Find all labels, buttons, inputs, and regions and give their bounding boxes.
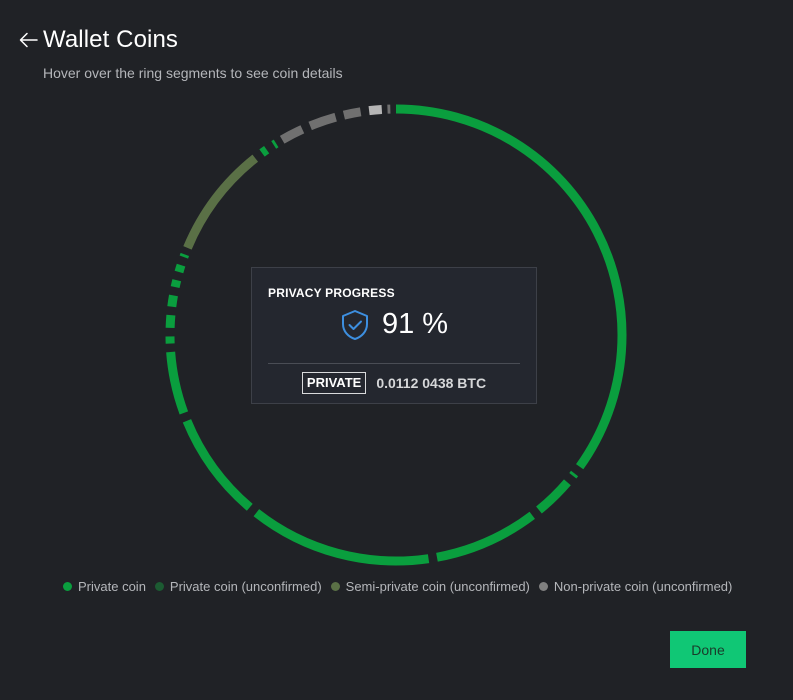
ring-segment-semi[interactable]: [187, 158, 255, 248]
ring-segment-private[interactable]: [184, 254, 185, 257]
privacy-percentage: 91 %: [382, 308, 448, 341]
privacy-progress-row: 91 %: [252, 308, 536, 341]
ring-segment-nonprivate[interactable]: [282, 129, 302, 139]
ring-segment-private[interactable]: [262, 150, 267, 153]
ring-segment-private[interactable]: [179, 265, 181, 272]
card-divider: [268, 363, 520, 364]
legend-dot-private-unconfirmed: [155, 582, 164, 591]
legend-label: Private coin: [78, 579, 146, 594]
private-amount-row: PRIVATE 0.0112 0438 BTC: [252, 372, 536, 394]
legend-label: Non-private coin (unconfirmed): [554, 579, 732, 594]
ring-segment-private[interactable]: [256, 513, 428, 561]
private-amount: 0.0112 0438 BTC: [376, 375, 486, 391]
ring-segment-nonprivate-light[interactable]: [369, 109, 382, 110]
legend-label: Semi-private coin (unconfirmed): [346, 579, 530, 594]
ring-segment-nonprivate[interactable]: [310, 117, 336, 126]
legend-item-non-private-unconfirmed: Non-private coin (unconfirmed): [539, 579, 732, 594]
private-badge: PRIVATE: [302, 372, 366, 394]
legend-dot-private: [63, 582, 72, 591]
legend-item-private-unconfirmed: Private coin (unconfirmed): [155, 579, 322, 594]
legend-label: Private coin (unconfirmed): [170, 579, 322, 594]
shield-check-icon: [340, 309, 370, 341]
ring-segment-private[interactable]: [170, 315, 171, 328]
privacy-progress-card: PRIVACY PROGRESS 91 % PRIVATE 0.0112 043…: [251, 267, 537, 404]
ring-segment-nonprivate[interactable]: [344, 112, 361, 115]
legend-item-private: Private coin: [63, 579, 146, 594]
ring-legend: Private coin Private coin (unconfirmed) …: [63, 579, 741, 594]
ring-segment-private[interactable]: [573, 474, 575, 476]
privacy-progress-label: PRIVACY PROGRESS: [268, 286, 395, 300]
ring-segment-private[interactable]: [539, 482, 567, 510]
legend-dot-non-private: [539, 582, 548, 591]
done-button[interactable]: Done: [670, 631, 746, 668]
legend-dot-semi-private: [331, 582, 340, 591]
ring-segment-private[interactable]: [175, 280, 177, 287]
ring-segment-private[interactable]: [172, 295, 174, 306]
legend-item-semi-private-unconfirmed: Semi-private coin (unconfirmed): [331, 579, 530, 594]
ring-segment-private[interactable]: [437, 515, 532, 557]
ring-segment-private[interactable]: [187, 421, 250, 507]
ring-segment-private[interactable]: [171, 352, 184, 413]
ring-segment-private[interactable]: [274, 143, 276, 145]
